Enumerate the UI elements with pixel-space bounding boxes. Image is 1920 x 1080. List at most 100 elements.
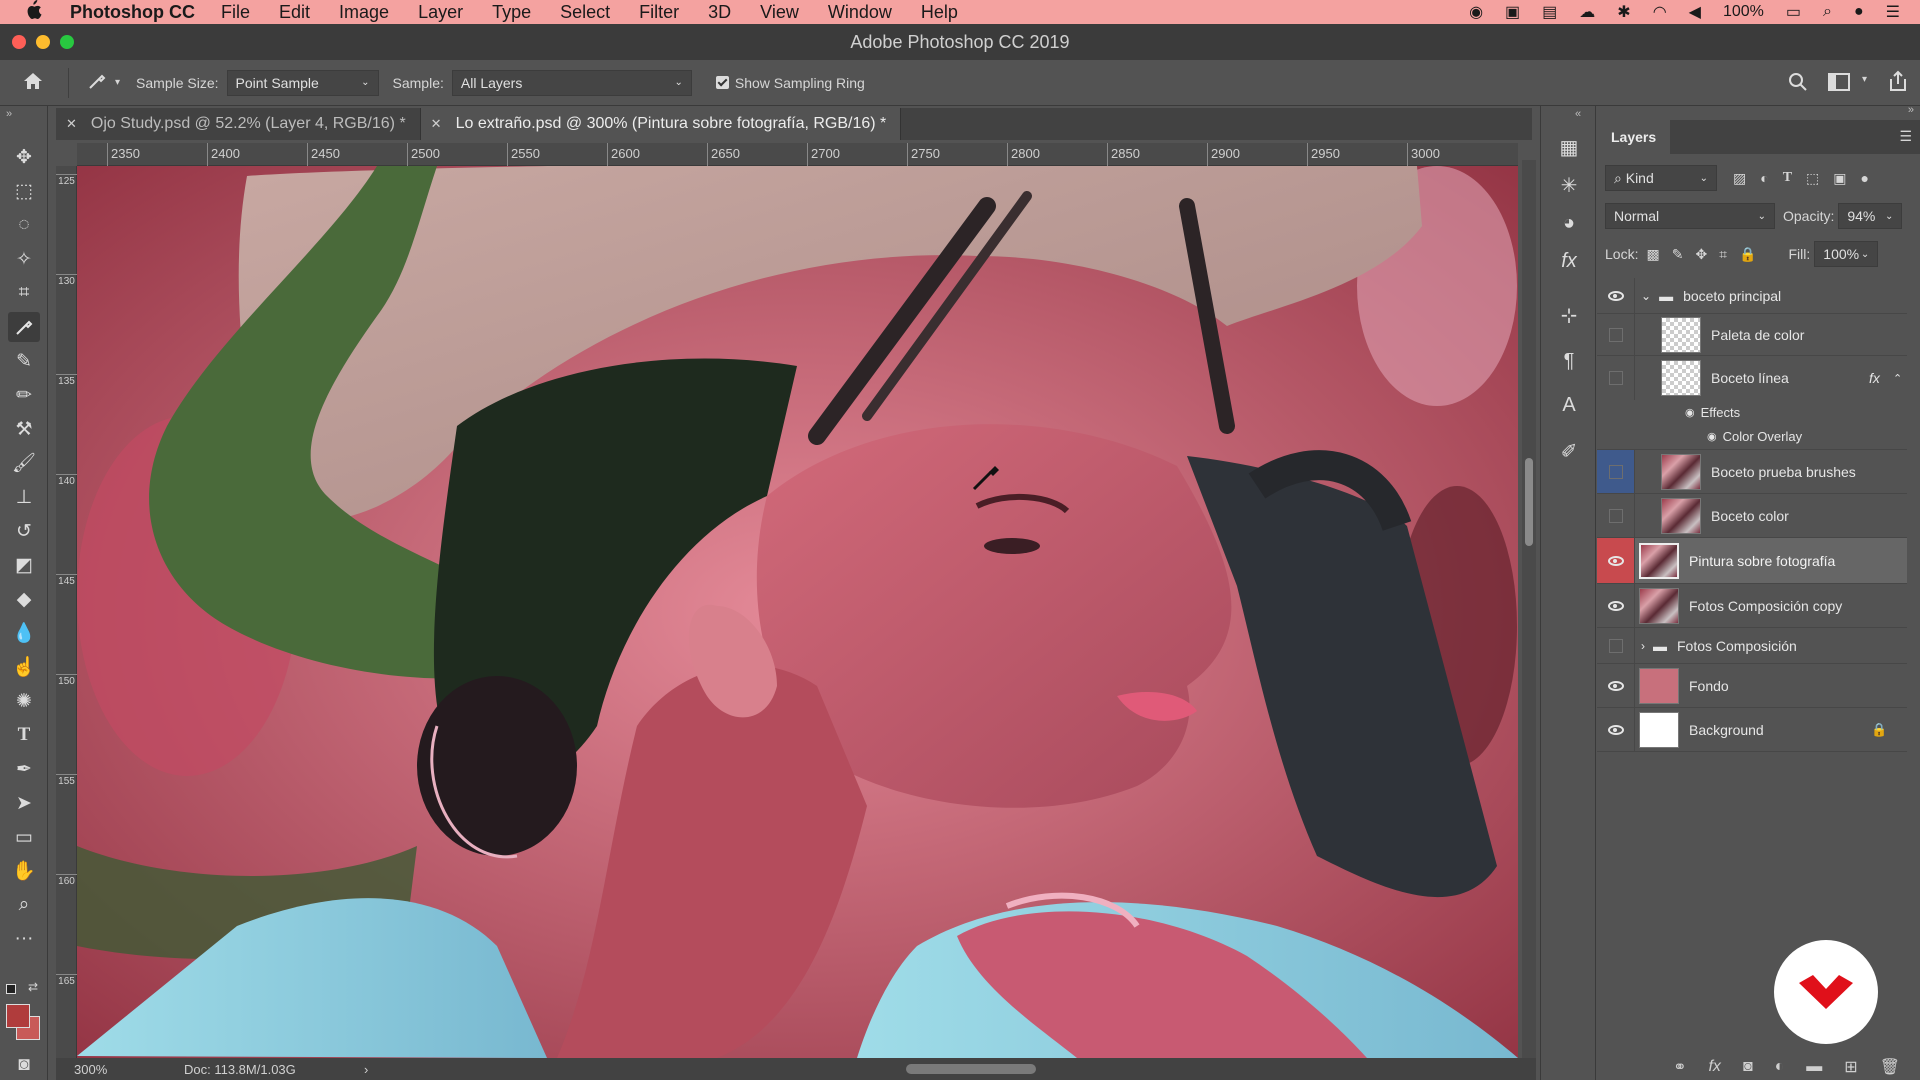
new-layer-icon[interactable]: ⊞	[1844, 1057, 1857, 1077]
opacity-field[interactable]: 94% ⌄	[1838, 203, 1903, 229]
share-icon[interactable]	[1888, 70, 1908, 95]
chevron-right-icon[interactable]: ›	[1641, 639, 1645, 653]
smudge-tool-icon[interactable]: ☝	[8, 652, 40, 682]
layer-row[interactable]: › ▬ Fotos Composición	[1597, 628, 1907, 664]
color-overlay-row[interactable]: ◉ Color Overlay	[1597, 424, 1907, 450]
histogram-panel-icon[interactable]: ▦	[1553, 132, 1585, 162]
paint-bucket-tool-icon[interactable]: ◆	[8, 584, 40, 614]
eyedropper-icon[interactable]	[87, 71, 109, 94]
collapse-panel-icon[interactable]: »	[6, 108, 12, 120]
visibility-toggle[interactable]	[1597, 664, 1635, 707]
notification-center-icon[interactable]: ☰	[1886, 2, 1900, 22]
search-icon[interactable]: ⌕	[1823, 3, 1832, 21]
horizontal-scroll-thumb[interactable]	[906, 1064, 1036, 1074]
history-brush-tool-icon[interactable]: ↺	[8, 516, 40, 546]
eye-icon[interactable]: ◉	[1685, 406, 1695, 419]
siri-icon[interactable]: ●	[1854, 3, 1864, 21]
collapse-icon[interactable]: «	[1575, 108, 1581, 120]
close-tab-icon[interactable]: ✕	[66, 116, 77, 132]
close-window-button[interactable]	[12, 35, 26, 49]
rectangle-tool-icon[interactable]: ▭	[8, 822, 40, 852]
battery-icon[interactable]: ▭	[1786, 2, 1801, 22]
record-icon[interactable]: ◉	[1469, 2, 1483, 22]
sample-size-select[interactable]: Point Sample ⌄	[226, 69, 379, 96]
magic-wand-tool-icon[interactable]: ✧	[8, 244, 40, 274]
layer-row[interactable]: Boceto prueba brushes	[1597, 450, 1907, 494]
visibility-toggle[interactable]	[1597, 708, 1635, 751]
marquee-tool-icon[interactable]: ⬚	[8, 176, 40, 206]
show-sampling-ring-checkbox[interactable]	[715, 76, 729, 89]
add-mask-icon[interactable]: ◙	[1743, 1058, 1753, 1076]
lock-all-icon[interactable]: 🔒	[1739, 246, 1756, 263]
quick-mask-icon[interactable]: ◙	[8, 1050, 40, 1080]
sample-select[interactable]: All Layers ⌄	[451, 69, 692, 96]
crop-tool-icon[interactable]: ⌗	[8, 278, 40, 308]
lock-artboard-icon[interactable]: ⌗	[1719, 246, 1727, 263]
chevron-down-icon[interactable]: ⌄	[1641, 289, 1651, 303]
vertical-scrollbar[interactable]	[1522, 160, 1536, 1058]
menu-file[interactable]: File	[221, 2, 250, 23]
menu-type[interactable]: Type	[492, 2, 531, 23]
home-icon[interactable]	[22, 71, 48, 94]
brush-settings-panel-icon[interactable]: ✳	[1553, 170, 1585, 200]
volume-icon[interactable]: ◀	[1689, 2, 1701, 22]
menu-image[interactable]: Image	[339, 2, 389, 23]
lasso-tool-icon[interactable]: ◌	[8, 210, 40, 240]
paths-panel-icon[interactable]: ⊹	[1553, 300, 1585, 330]
apple-icon[interactable]	[24, 0, 54, 25]
path-selection-tool-icon[interactable]: ➤	[8, 788, 40, 818]
layer-row[interactable]: Fotos Composición copy	[1597, 584, 1907, 628]
tab-ojo-study[interactable]: ✕ Ojo Study.psd @ 52.2% (Layer 4, RGB/16…	[56, 108, 421, 140]
filter-pixel-icon[interactable]: ▨	[1733, 170, 1746, 187]
filter-type-icon[interactable]: T	[1783, 170, 1792, 186]
default-colors-icon[interactable]	[6, 984, 16, 994]
pencil-tool-icon[interactable]: ✏	[8, 380, 40, 410]
visibility-toggle[interactable]	[1597, 356, 1635, 400]
tab-lo-extrano[interactable]: ✕ Lo extraño.psd @ 300% (Pintura sobre f…	[420, 108, 902, 140]
zoom-level[interactable]: 300%	[74, 1062, 134, 1077]
menu-filter[interactable]: Filter	[639, 2, 679, 23]
visibility-toggle[interactable]	[1597, 584, 1635, 627]
scroll-thumb[interactable]	[1525, 458, 1533, 546]
paragraph-panel-icon[interactable]: ¶	[1553, 346, 1585, 376]
zoom-window-button[interactable]	[60, 35, 74, 49]
menu-app-name[interactable]: Photoshop CC	[70, 2, 195, 23]
visibility-toggle[interactable]	[1597, 278, 1635, 313]
visibility-toggle[interactable]	[1597, 314, 1635, 355]
stamp-tool-icon[interactable]: ⊥	[8, 482, 40, 512]
link-layers-icon[interactable]: ⚭	[1673, 1057, 1686, 1077]
menu-help[interactable]: Help	[921, 2, 958, 23]
visibility-toggle[interactable]	[1597, 538, 1635, 583]
filter-smart-object-icon[interactable]: ▣	[1833, 170, 1846, 187]
fill-field[interactable]: 100% ⌄	[1814, 241, 1879, 267]
lock-position-icon[interactable]: ✥	[1695, 246, 1707, 263]
filter-shape-icon[interactable]: ⬚	[1806, 170, 1819, 187]
foreground-color-swatch[interactable]	[6, 1004, 30, 1028]
document-canvas[interactable]	[77, 166, 1518, 1058]
layer-row[interactable]: Background 🔒	[1597, 708, 1907, 752]
menu-view[interactable]: View	[760, 2, 799, 23]
blur-tool-icon[interactable]: 💧	[8, 618, 40, 648]
filter-adjustment-icon[interactable]: ◐	[1760, 170, 1768, 186]
camera-icon[interactable]: ▣	[1505, 2, 1520, 22]
layer-row[interactable]: Paleta de color	[1597, 314, 1907, 356]
collapse-icon[interactable]: »	[1908, 104, 1914, 116]
eraser-tool-icon[interactable]: ◩	[8, 550, 40, 580]
filter-toggle-icon[interactable]: ●	[1861, 170, 1869, 186]
menu-select[interactable]: Select	[560, 2, 610, 23]
delete-layer-icon[interactable]: 🗑	[1880, 1057, 1900, 1077]
pen-tool-icon[interactable]: ✒	[8, 754, 40, 784]
status-chevron-icon[interactable]: ›	[364, 1062, 368, 1077]
lock-icon[interactable]: 🔒	[1871, 722, 1887, 738]
menu-3d[interactable]: 3D	[708, 2, 731, 23]
close-tab-icon[interactable]: ✕	[431, 116, 442, 132]
channels-panel-icon[interactable]: ◕	[1553, 208, 1585, 238]
workspace-icon[interactable]	[1828, 73, 1850, 94]
clone-brush-tool-icon[interactable]: ⚒	[8, 414, 40, 444]
fx-icon[interactable]: fx	[1869, 370, 1880, 386]
vertical-ruler[interactable]: 125 130 135 140 145 150 155 160 165	[56, 166, 77, 1058]
layer-row[interactable]: Boceto color	[1597, 494, 1907, 538]
styles-panel-icon[interactable]: fx	[1553, 246, 1585, 276]
add-layer-style-icon[interactable]: fx	[1708, 1058, 1720, 1076]
layers-tab[interactable]: Layers	[1597, 120, 1671, 154]
